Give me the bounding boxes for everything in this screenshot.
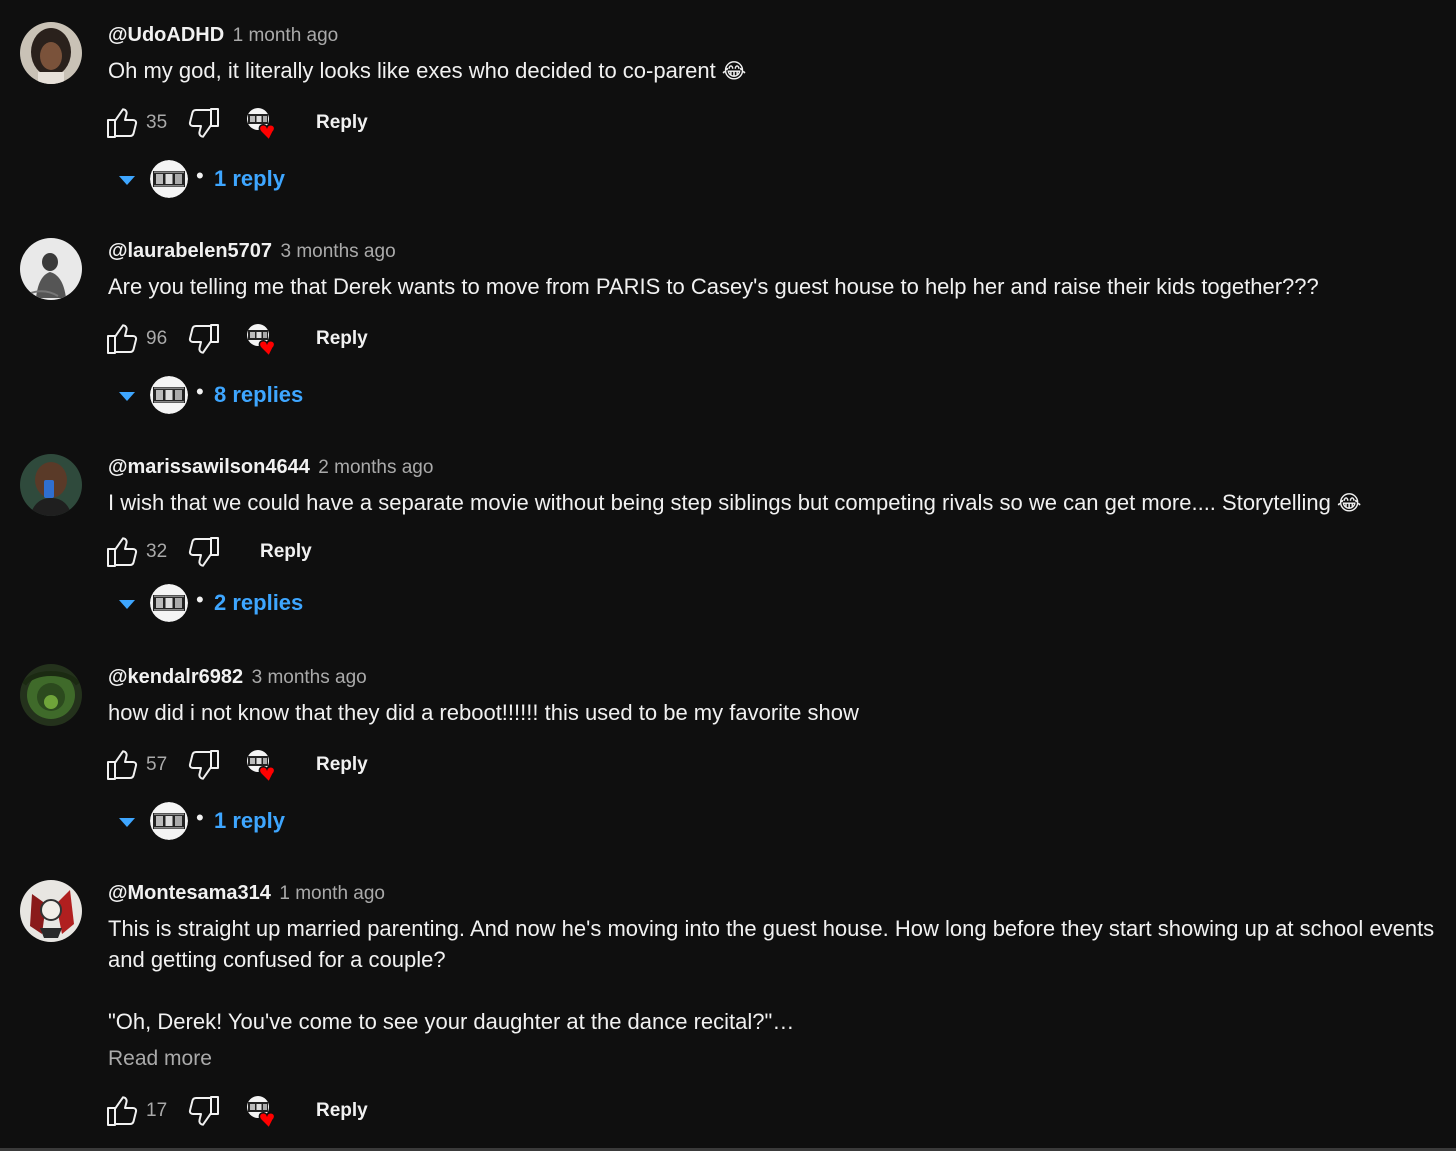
read-more-link[interactable]: Read more — [108, 1047, 212, 1071]
timestamp[interactable]: 1 month ago — [279, 883, 385, 904]
creator-heart-icon — [244, 106, 282, 142]
comment-text: how did i not know that they did a reboo… — [108, 697, 1438, 728]
thumbs-up-icon[interactable] — [104, 748, 138, 782]
comment-meta: @kendalr6982 3 months ago — [108, 664, 367, 690]
replies-count[interactable]: 1 reply — [214, 166, 285, 192]
thumbs-down-icon[interactable] — [188, 1094, 222, 1128]
comment-text: This is straight up married parenting. A… — [108, 913, 1438, 1037]
comment-line: how did i not know that they did a reboo… — [108, 700, 859, 725]
creator-avatar — [150, 376, 188, 414]
creator-avatar — [150, 584, 188, 622]
comment-line: Are you telling me that Derek wants to m… — [108, 274, 1319, 299]
chevron-down-icon — [118, 390, 136, 402]
comment-line: This is straight up married parenting. A… — [108, 916, 1435, 972]
reply-button[interactable]: Reply — [316, 754, 368, 776]
creator-avatar — [150, 802, 188, 840]
like-count: 57 — [146, 754, 168, 775]
chevron-down-icon — [118, 598, 136, 610]
separator-dot: • — [196, 379, 204, 404]
creator-heart-icon — [244, 1094, 282, 1130]
action-bar: 35 Reply — [104, 106, 384, 142]
thumbs-up-icon[interactable] — [104, 535, 138, 569]
timestamp[interactable]: 1 month ago — [233, 25, 339, 46]
reply-button[interactable]: Reply — [316, 112, 368, 134]
thumbs-up-icon[interactable] — [104, 1094, 138, 1128]
action-bar: 96 Reply — [104, 322, 384, 358]
separator-dot: • — [196, 805, 204, 830]
thumbs-down-icon[interactable] — [188, 535, 222, 569]
separator-dot: • — [196, 587, 204, 612]
author-handle[interactable]: @marissawilson4644 — [108, 456, 310, 478]
like-count: 96 — [146, 328, 168, 349]
thumbs-down-icon[interactable] — [188, 748, 222, 782]
action-bar: 32 Reply — [104, 535, 384, 571]
chevron-down-icon — [118, 174, 136, 186]
timestamp[interactable]: 3 months ago — [281, 241, 396, 262]
creator-avatar — [150, 160, 188, 198]
comment-text: I wish that we could have a separate mov… — [108, 487, 1438, 519]
timestamp[interactable]: 3 months ago — [252, 667, 367, 688]
avatar[interactable] — [20, 664, 82, 726]
chevron-down-icon — [118, 816, 136, 828]
comment-line: I wish that we could have a separate mov… — [108, 490, 1331, 515]
comment-text: Oh my god, it literally looks like exes … — [108, 55, 1438, 87]
author-handle[interactable]: @laurabelen5707 — [108, 240, 272, 262]
avatar[interactable] — [20, 454, 82, 516]
replies-count[interactable]: 2 replies — [214, 590, 303, 616]
replies-count[interactable]: 8 replies — [214, 382, 303, 408]
author-handle[interactable]: @kendalr6982 — [108, 666, 243, 688]
creator-heart-icon — [244, 322, 282, 358]
like-count: 17 — [146, 1100, 168, 1121]
thumbs-down-icon[interactable] — [188, 106, 222, 140]
thumbs-up-icon[interactable] — [104, 322, 138, 356]
action-bar: 17 Reply — [104, 1094, 384, 1130]
like-count: 35 — [146, 112, 168, 133]
replies-count[interactable]: 1 reply — [214, 808, 285, 834]
comment-meta: @marissawilson4644 2 months ago — [108, 454, 433, 480]
laughing-emoji: 😂 — [1336, 492, 1362, 515]
thumbs-up-icon[interactable] — [104, 106, 138, 140]
comment-meta: @Montesama314 1 month ago — [108, 880, 385, 906]
avatar[interactable] — [20, 22, 82, 84]
comment-line: "Oh, Derek! You've come to see your daug… — [108, 1009, 795, 1034]
timestamp[interactable]: 2 months ago — [318, 457, 433, 478]
avatar[interactable] — [20, 238, 82, 300]
avatar[interactable] — [20, 880, 82, 942]
comment-line: Oh my god, it literally looks like exes … — [108, 58, 716, 83]
reply-button[interactable]: Reply — [316, 1100, 368, 1122]
author-handle[interactable]: @UdoADHD — [108, 24, 224, 46]
reply-button[interactable]: Reply — [316, 328, 368, 350]
action-bar: 57 Reply — [104, 748, 384, 784]
like-count: 32 — [146, 541, 168, 562]
separator-dot: • — [196, 163, 204, 188]
creator-heart-icon — [244, 748, 282, 784]
laughing-emoji: 😂 — [721, 60, 747, 83]
comment-text: Are you telling me that Derek wants to m… — [108, 271, 1438, 302]
reply-button[interactable]: Reply — [260, 541, 312, 563]
author-handle[interactable]: @Montesama314 — [108, 882, 271, 904]
comment-meta: @laurabelen5707 3 months ago — [108, 238, 396, 264]
comment-meta: @UdoADHD 1 month ago — [108, 22, 338, 48]
thumbs-down-icon[interactable] — [188, 322, 222, 356]
